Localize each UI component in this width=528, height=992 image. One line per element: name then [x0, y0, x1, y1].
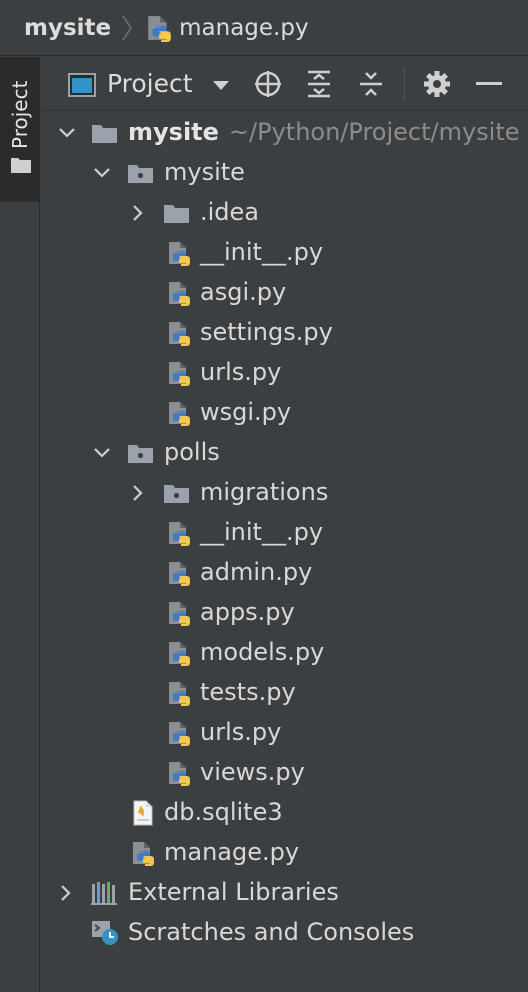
project-tool-window-tab[interactable]: Project [0, 57, 40, 202]
tree-root-mysite[interactable]: mysite ~/Python/Project/mysite [41, 113, 528, 153]
project-path: ~/Python/Project/mysite [228, 118, 520, 146]
python-file-icon [169, 282, 190, 306]
tree-item-label: settings.py [200, 318, 333, 346]
project-toolbar: Project [41, 57, 528, 111]
python-file-icon [169, 322, 190, 346]
scratches-console-icon [92, 921, 118, 945]
python-file-icon [169, 402, 190, 426]
package-folder-icon [128, 165, 153, 183]
tool-window-strip: Project [0, 57, 40, 992]
project-tab-label: Project [8, 80, 32, 149]
chevron-down-icon[interactable] [92, 163, 112, 183]
project-tree: mysite ~/Python/Project/mysite mysite .id… [41, 112, 528, 992]
chevron-down-icon[interactable] [92, 443, 112, 463]
python-file-icon [169, 562, 190, 586]
python-file-icon [169, 762, 190, 786]
folder-icon [164, 205, 189, 223]
tree-item-label: apps.py [200, 598, 295, 626]
toolbar-divider [404, 67, 405, 101]
project-view-icon [68, 73, 96, 97]
breadcrumb-file[interactable]: manage.py [179, 15, 308, 41]
tree-file[interactable]: admin.py [41, 553, 528, 593]
sqlite-file-icon [133, 800, 153, 826]
tree-file[interactable]: __init__.py [41, 513, 528, 553]
python-file-icon [169, 362, 190, 386]
chevron-right-icon [122, 15, 133, 40]
tree-item-label: urls.py [200, 718, 282, 746]
tree-file[interactable]: __init__.py [41, 233, 528, 273]
folder-icon [92, 125, 117, 143]
python-file-icon [169, 602, 190, 626]
tree-file[interactable]: urls.py [41, 353, 528, 393]
python-file-icon [169, 722, 190, 746]
python-file-icon [169, 522, 190, 546]
tree-package-mysite[interactable]: mysite [41, 153, 528, 193]
chevron-right-icon[interactable] [128, 483, 148, 503]
tree-item-label: wsgi.py [200, 398, 292, 426]
tree-file[interactable]: settings.py [41, 313, 528, 353]
tree-package-polls[interactable]: polls [41, 433, 528, 473]
tree-file-manage[interactable]: manage.py [41, 833, 528, 873]
tree-item-label: views.py [200, 758, 305, 786]
dropdown-caret-icon[interactable] [213, 81, 229, 91]
tree-item-label: .idea [200, 198, 260, 226]
tree-scratches[interactable]: Scratches and Consoles [41, 913, 528, 953]
library-icon [91, 882, 117, 905]
tree-item-label: mysite ~/Python/Project/mysite [128, 118, 520, 146]
tree-folder-idea[interactable]: .idea [41, 193, 528, 233]
python-file-icon [169, 642, 190, 666]
chevron-right-icon[interactable] [56, 883, 76, 903]
tree-file-db[interactable]: db.sqlite3 [41, 793, 528, 833]
tree-item-label: migrations [200, 478, 329, 506]
tree-item-label: db.sqlite3 [164, 798, 283, 826]
collapse-all-icon[interactable] [356, 69, 386, 99]
tree-item-label: __init__.py [200, 518, 324, 546]
package-folder-icon [128, 445, 153, 463]
tree-item-label: External Libraries [128, 878, 339, 906]
python-file-icon [148, 15, 171, 42]
tree-file[interactable]: asgi.py [41, 273, 528, 313]
chevron-right-icon[interactable] [128, 203, 148, 223]
tree-item-label: urls.py [200, 358, 282, 386]
chevron-down-icon[interactable] [57, 123, 77, 143]
package-folder-icon [164, 485, 189, 503]
expand-all-icon[interactable] [304, 69, 334, 99]
tree-file[interactable]: apps.py [41, 593, 528, 633]
tree-item-label: Scratches and Consoles [128, 918, 415, 946]
python-file-icon [169, 242, 190, 266]
tree-item-label: mysite [164, 158, 245, 186]
tree-item-label: asgi.py [200, 278, 287, 306]
tree-item-label: admin.py [200, 558, 313, 586]
minimize-icon[interactable] [474, 69, 504, 99]
tree-file[interactable]: urls.py [41, 713, 528, 753]
tree-item-label: polls [164, 438, 220, 466]
tree-file[interactable]: views.py [41, 753, 528, 793]
python-file-icon [133, 842, 154, 866]
gear-icon[interactable] [422, 69, 452, 99]
folder-icon [11, 158, 31, 173]
tree-item-label: tests.py [200, 678, 296, 706]
tree-item-label: manage.py [164, 838, 300, 866]
breadcrumb-project[interactable]: mysite [24, 15, 111, 41]
tree-external-libraries[interactable]: External Libraries [41, 873, 528, 913]
tree-item-label: models.py [200, 638, 325, 666]
tree-file[interactable]: models.py [41, 633, 528, 673]
python-file-icon [169, 682, 190, 706]
tree-package-migrations[interactable]: migrations [41, 473, 528, 513]
tree-item-label: __init__.py [200, 238, 324, 266]
navigation-breadcrumb: mysite manage.py [0, 0, 528, 56]
tree-file[interactable]: tests.py [41, 673, 528, 713]
tree-file[interactable]: wsgi.py [41, 393, 528, 433]
locate-icon[interactable] [253, 69, 283, 99]
project-view-selector[interactable]: Project [107, 69, 193, 98]
